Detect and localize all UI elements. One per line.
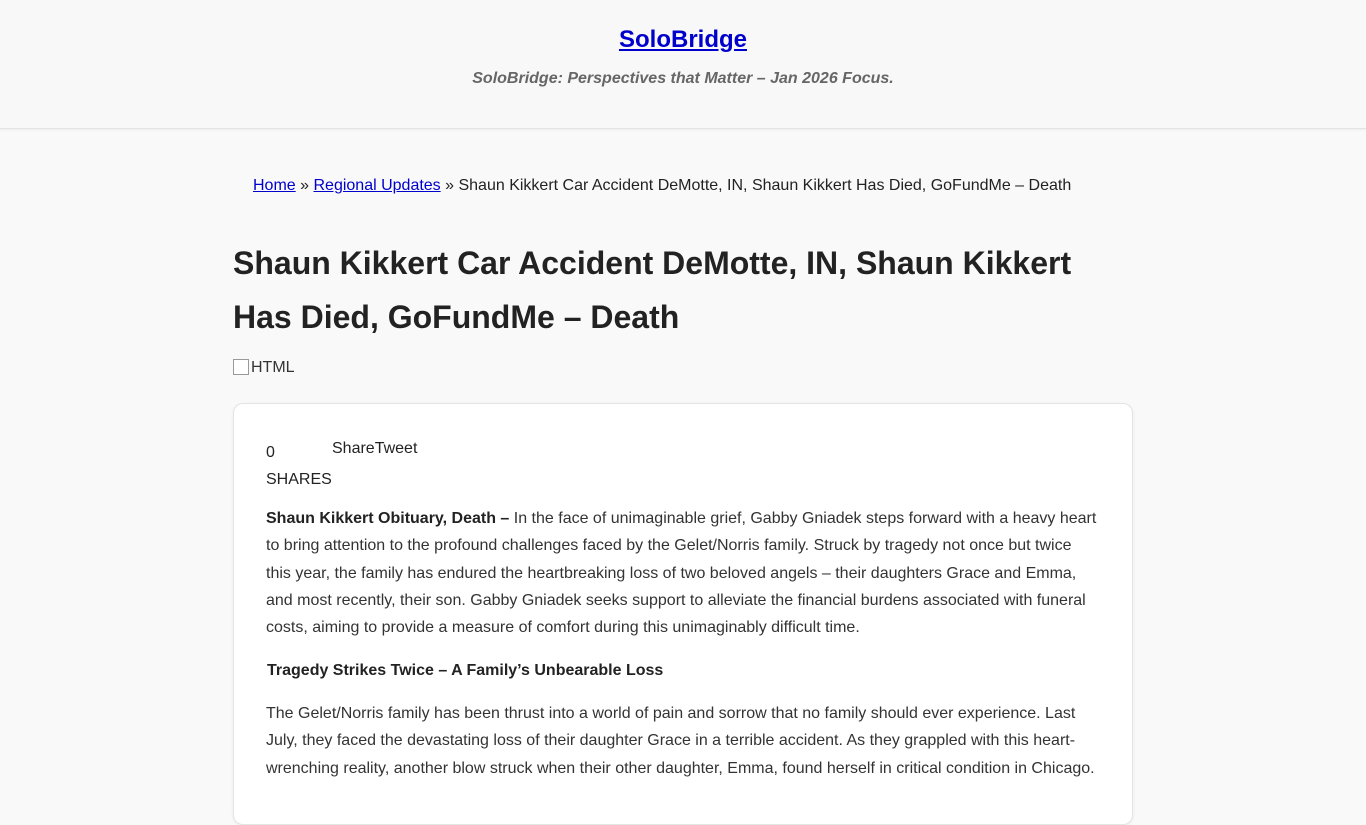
article-card: 0 SHARES ShareTweet Shaun Kikkert Obitua… [233, 403, 1133, 825]
breadcrumb: Home » Regional Updates » Shaun Kikkert … [253, 176, 1071, 196]
featured-image-alt: HTML [251, 359, 295, 376]
post-title: Shaun Kikkert Car Accident DeMotte, IN, … [233, 245, 1072, 335]
breadcrumb-separator: » [440, 177, 459, 194]
body-paragraph: The Gelet/Norris family has been thrust … [266, 705, 1095, 777]
intro-paragraph: Shaun Kikkert Obituary, Death – In the f… [266, 505, 1100, 641]
share-count-label: SHARES [266, 471, 332, 488]
broken-image-icon [233, 359, 249, 375]
share-counter: 0 SHARES [266, 439, 332, 493]
site-header: SoloBridge SoloBridge: Perspectives that… [0, 0, 1366, 129]
site-title: SoloBridge [0, 26, 1366, 54]
breadcrumb-separator: » [295, 177, 314, 194]
share-buttons: ShareTweet [332, 439, 417, 459]
site-title-link[interactable]: SoloBridge [619, 26, 747, 53]
site-tagline: SoloBridge: Perspectives that Matter – J… [472, 70, 894, 87]
section-heading: Tragedy Strikes Twice – A Family’s Unbea… [267, 662, 664, 679]
featured-image: HTML [233, 359, 295, 377]
intro-text: In the face of unimaginable grief, Gabby… [266, 510, 1097, 637]
breadcrumb-category-link[interactable]: Regional Updates [313, 177, 440, 194]
intro-lead: Shaun Kikkert Obituary, Death – [266, 510, 514, 527]
breadcrumb-home-link[interactable]: Home [253, 177, 296, 194]
breadcrumb-current: Shaun Kikkert Car Accident DeMotte, IN, … [458, 177, 1072, 194]
share-button[interactable]: Share [332, 440, 375, 457]
share-count-number: 0 [266, 444, 275, 461]
tweet-button[interactable]: Tweet [375, 440, 418, 457]
